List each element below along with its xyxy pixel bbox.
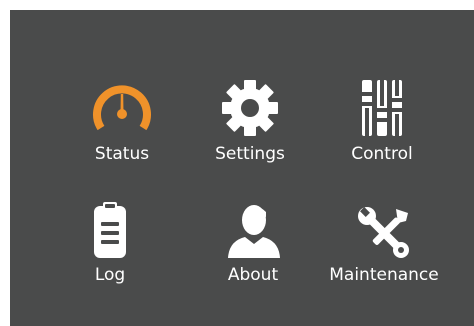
- person-icon: [223, 200, 283, 260]
- about-label: About: [227, 265, 279, 285]
- settings-tile[interactable]: Settings: [175, 80, 325, 182]
- maintenance-label: Maintenance: [329, 265, 439, 285]
- gauge-icon: [92, 80, 152, 140]
- log-label: Log: [94, 265, 126, 285]
- main-menu-panel: Status Settings Control Log About Mainte…: [10, 10, 474, 326]
- control-label: Control: [351, 144, 413, 164]
- control-tile[interactable]: Control: [307, 80, 457, 182]
- gear-icon: [220, 78, 280, 138]
- settings-label: Settings: [215, 144, 285, 164]
- tools-icon: [354, 203, 414, 263]
- sliders-icon: [352, 78, 412, 138]
- maintenance-tile[interactable]: Maintenance: [309, 205, 459, 305]
- clipboard-icon: [80, 200, 140, 260]
- about-tile[interactable]: About: [178, 205, 328, 305]
- log-tile[interactable]: Log: [35, 202, 185, 305]
